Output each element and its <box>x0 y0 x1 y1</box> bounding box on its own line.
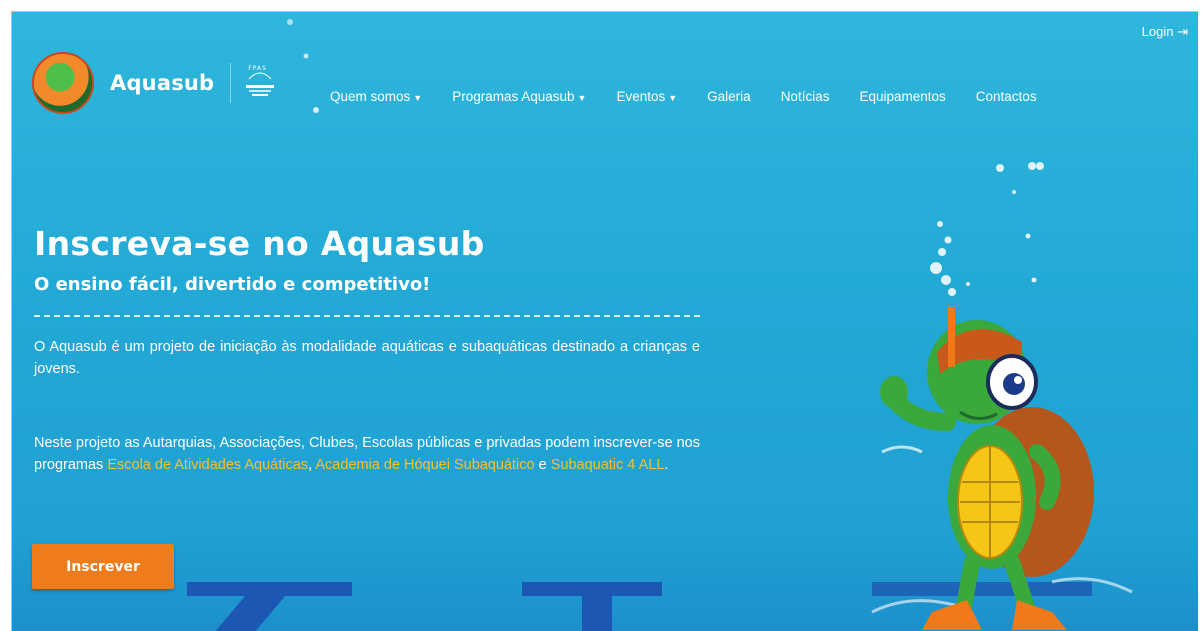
brand-divider <box>230 63 232 103</box>
caret-down-icon: ▼ <box>413 93 423 103</box>
paragraph-separator: e <box>534 457 551 473</box>
nav-label: Quem somos <box>330 89 411 104</box>
mascot-bubbles <box>930 162 1044 296</box>
brand[interactable]: Aquasub FPAS <box>32 52 277 114</box>
nav-item-programas-aquasub[interactable]: Programas Aquasub ▼ <box>452 89 586 104</box>
inscrever-button[interactable]: Inscrever <box>32 544 174 589</box>
snorkel-tube <box>948 307 955 367</box>
nav-label: Contactos <box>975 89 1037 104</box>
nav-label: Eventos <box>616 89 666 104</box>
turtle-snorkel-mascot <box>871 162 1133 630</box>
hero-paragraph-programs: Neste projeto as Autarquias, Associações… <box>34 432 700 476</box>
nav-label: Galeria <box>707 89 751 104</box>
hero-subtitle: O ensino fácil, divertido e competitivo! <box>34 274 431 295</box>
nav-item-galeria[interactable]: Galeria <box>707 89 751 104</box>
dashed-divider <box>34 315 700 317</box>
caret-down-icon: ▼ <box>668 93 678 103</box>
turtle-logo-icon <box>32 52 94 114</box>
nav-label: Notícias <box>780 89 830 104</box>
link-subaquatic-4-all[interactable]: Subaquatic 4 ALL <box>551 457 665 473</box>
bubbles-decoration <box>287 19 319 113</box>
nav-label: Programas Aquasub <box>452 89 575 104</box>
link-escola-atividades-aquaticas[interactable]: Escola de Atividades Aquáticas <box>107 457 308 473</box>
nav-item-quem-somos[interactable]: Quem somos ▼ <box>330 89 422 104</box>
nav-item-contactos[interactable]: Contactos <box>976 89 1037 104</box>
main-nav: Quem somos ▼ Programas Aquasub ▼ Eventos ▼ … <box>330 89 1037 104</box>
nav-item-noticias[interactable]: Notícias <box>781 89 830 104</box>
caret-down-icon: ▼ <box>577 93 587 103</box>
paragraph-end: . <box>664 457 669 473</box>
fpas-logo-icon[interactable]: FPAS <box>243 63 277 103</box>
nav-label: Equipamentos <box>859 89 946 104</box>
nav-item-eventos[interactable]: Eventos ▼ <box>616 89 677 104</box>
lane-marker-center-stem <box>582 594 612 631</box>
hero-title: Inscreva-se no Aquasub <box>34 224 485 263</box>
link-academia-hoquei-subaquatico[interactable]: Academia de Hóquei Subaquático <box>315 457 534 473</box>
login-link[interactable]: Login ⇥ <box>1142 24 1188 40</box>
login-arrow-icon: ⇥ <box>1177 24 1188 39</box>
nav-item-equipamentos[interactable]: Equipamentos <box>859 89 945 104</box>
fpas-logo-text: FPAS <box>248 65 267 72</box>
login-label: Login <box>1141 24 1174 39</box>
page-frame: Login ⇥ Aquasub FPAS Quem somos ▼ Program… <box>11 11 1198 631</box>
brand-name: Aquasub <box>110 71 215 95</box>
hero-paragraph-intro: O Aquasub é um projeto de iniciação às m… <box>34 339 700 377</box>
